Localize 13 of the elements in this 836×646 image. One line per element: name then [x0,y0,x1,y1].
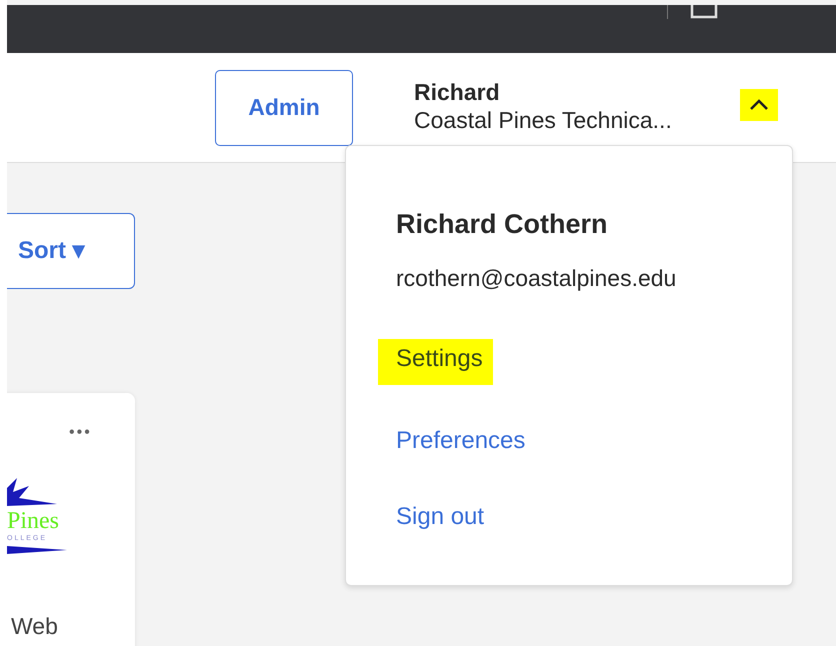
admin-button[interactable]: Admin [215,70,353,146]
more-icon[interactable]: ••• [69,421,92,445]
menu-item[interactable]: Preferences [396,421,526,461]
sort-button[interactable]: Sort ▾ [7,213,135,289]
organization-name: Coastal Pines Technica... [414,106,673,136]
menu-item[interactable]: Sign out [396,497,484,537]
user-email: rcothern@coastalpines.edu [396,264,678,293]
caret-icon[interactable] [740,88,778,120]
user-full-name: Richard Cothern [396,208,609,241]
menu-item[interactable]: Settings [378,339,493,385]
window-icon[interactable] [690,5,718,19]
card-title: Web [11,612,58,641]
user-name: Richard [414,78,501,106]
